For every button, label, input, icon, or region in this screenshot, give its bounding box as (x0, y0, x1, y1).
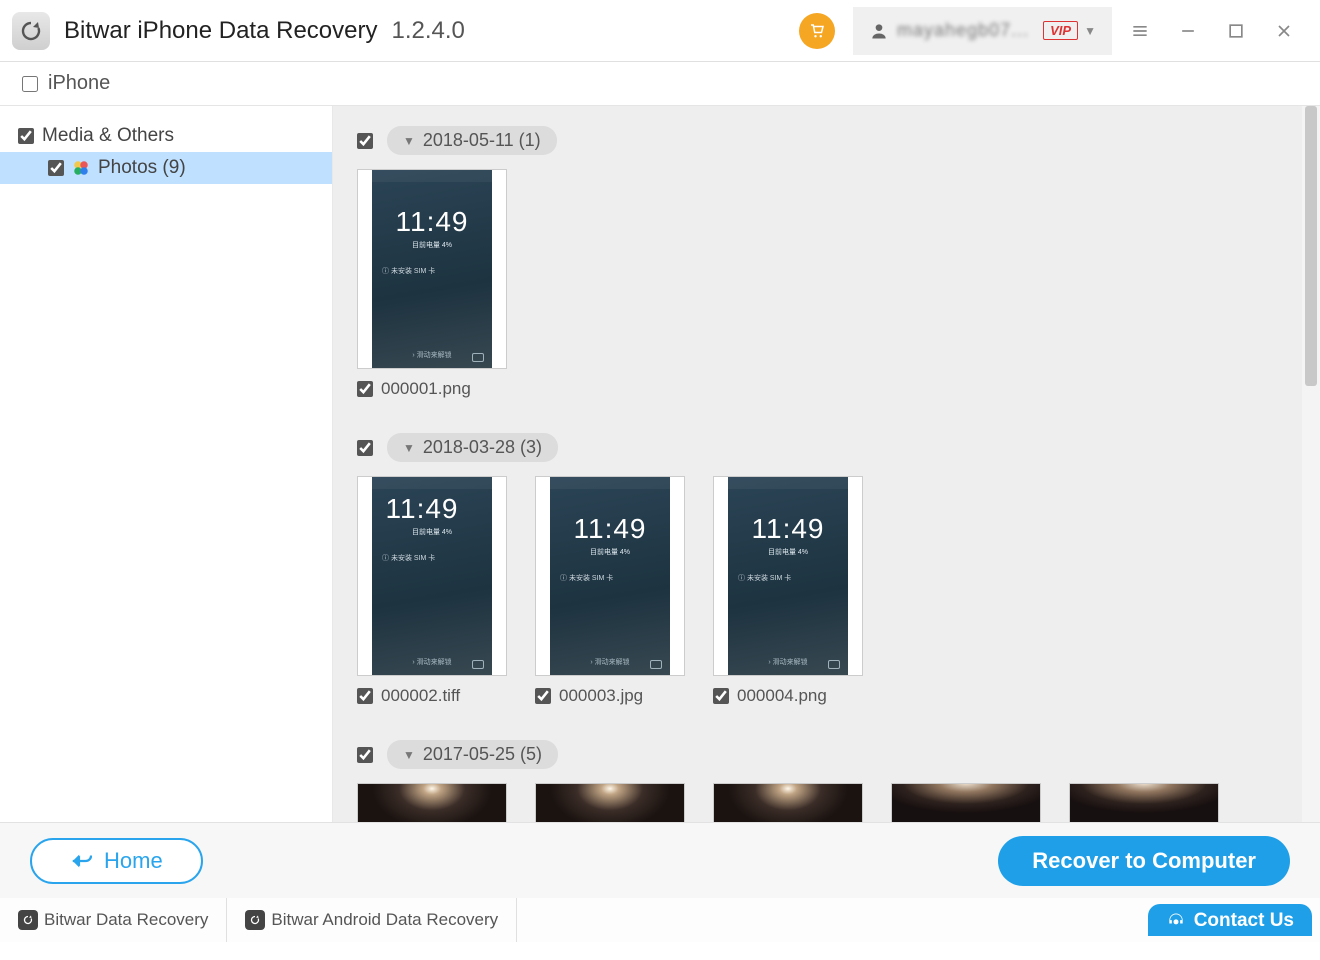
thumbnail[interactable] (1069, 783, 1219, 822)
content-pane: ▼ 2018-05-11 (1) 11:49目前电量 4%未安装 SIM 卡› 滑动… (333, 106, 1320, 822)
group-checkbox[interactable] (357, 133, 373, 149)
thumb-checkbox[interactable] (357, 688, 373, 704)
group-checkbox[interactable] (357, 747, 373, 763)
person-icon (869, 21, 889, 41)
thumb-item[interactable] (1069, 783, 1219, 822)
sidebar-category-media-others[interactable]: Media & Others (0, 120, 332, 152)
headset-icon (1166, 911, 1186, 931)
thumb-item[interactable]: 11:49目前电量 4%未安装 SIM 卡› 滑动来解锁 000003.jpg (535, 476, 685, 706)
thumb-item[interactable] (357, 783, 507, 822)
group-date-pill[interactable]: ▼ 2017-05-25 (5) (387, 740, 558, 769)
chevron-down-icon: ▼ (403, 748, 415, 762)
action-bar: Home Recover to Computer (0, 822, 1320, 898)
device-label: iPhone (48, 72, 110, 95)
thumbnail[interactable]: 11:49目前电量 4%未安装 SIM 卡› 滑动来解锁 (357, 476, 507, 676)
sidebar-category-label: Media & Others (42, 125, 174, 147)
thumbnail[interactable]: 11:49目前电量 4%未安装 SIM 卡› 滑动来解锁 (535, 476, 685, 676)
group-date-pill[interactable]: ▼ 2018-03-28 (3) (387, 433, 558, 462)
thumb-item[interactable]: 11:49目前电量 4%未安装 SIM 卡› 滑动来解锁 000004.png (713, 476, 863, 706)
user-menu[interactable]: mayahegb07... VIP ▼ (853, 7, 1112, 55)
thumb-label-row: 000001.png (357, 379, 507, 399)
app-title: Bitwar iPhone Data Recovery (64, 17, 377, 45)
group-date-label: 2018-05-11 (1) (423, 130, 541, 151)
group-header: ▼ 2018-03-28 (3) (357, 433, 1296, 462)
cart-button[interactable] (799, 13, 835, 49)
refresh-icon (18, 910, 38, 930)
group-date-label: 2018-03-28 (3) (423, 437, 542, 458)
close-button[interactable] (1260, 7, 1308, 55)
thumbnail[interactable] (891, 783, 1041, 822)
footer-link-android-recovery[interactable]: Bitwar Android Data Recovery (227, 898, 517, 942)
thumb-item[interactable] (713, 783, 863, 822)
maximize-button[interactable] (1212, 7, 1260, 55)
home-button[interactable]: Home (30, 838, 203, 884)
footer-link-label: Bitwar Android Data Recovery (271, 910, 498, 930)
back-arrow-icon (70, 852, 92, 870)
thumb-filename: 000003.jpg (559, 686, 643, 706)
footer-link-data-recovery[interactable]: Bitwar Data Recovery (0, 898, 227, 942)
refresh-icon (245, 910, 265, 930)
thumb-item[interactable] (891, 783, 1041, 822)
contact-us-button[interactable]: Contact Us (1148, 904, 1312, 936)
thumbnail[interactable] (357, 783, 507, 822)
thumbs-row: 11:49目前电量 4%未安装 SIM 卡› 滑动来解锁 000001.png (357, 169, 1296, 399)
thumbs-row: 11:49目前电量 4%未安装 SIM 卡› 滑动来解锁000002.tiff1… (357, 476, 1296, 706)
device-checkbox[interactable] (22, 76, 38, 92)
vip-badge: VIP (1043, 21, 1078, 40)
group-date-pill[interactable]: ▼ 2018-05-11 (1) (387, 126, 557, 155)
thumb-label-row: 000004.png (713, 686, 863, 706)
device-row: iPhone (0, 62, 1320, 106)
app-logo (12, 12, 50, 50)
sidebar-category-checkbox[interactable] (18, 128, 34, 144)
contact-us-label: Contact Us (1194, 910, 1294, 932)
thumb-label-row: 000002.tiff (357, 686, 507, 706)
minimize-button[interactable] (1164, 7, 1212, 55)
footer-link-label: Bitwar Data Recovery (44, 910, 208, 930)
thumb-filename: 000002.tiff (381, 686, 460, 706)
group-date-label: 2017-05-25 (5) (423, 744, 542, 765)
user-name-label: mayahegb07... (897, 20, 1029, 41)
title-bar: Bitwar iPhone Data Recovery 1.2.4.0 maya… (0, 0, 1320, 62)
thumbnail[interactable]: 11:49目前电量 4%未安装 SIM 卡› 滑动来解锁 (713, 476, 863, 676)
chevron-down-icon: ▼ (403, 134, 415, 148)
thumbnail[interactable]: 11:49目前电量 4%未安装 SIM 卡› 滑动来解锁 (357, 169, 507, 369)
recover-button[interactable]: Recover to Computer (998, 836, 1290, 886)
sidebar-photos-label: Photos (9) (98, 157, 186, 179)
app-version: 1.2.4.0 (391, 17, 464, 45)
sidebar-photos-checkbox[interactable] (48, 160, 64, 176)
sidebar-item-photos[interactable]: Photos (9) (0, 152, 332, 184)
thumb-checkbox[interactable] (535, 688, 551, 704)
thumb-filename: 000001.png (381, 379, 471, 399)
chevron-down-icon: ▼ (1084, 24, 1096, 38)
thumbs-row (357, 783, 1296, 822)
thumb-checkbox[interactable] (713, 688, 729, 704)
home-button-label: Home (104, 848, 163, 874)
footer: Bitwar Data Recovery Bitwar Android Data… (0, 898, 1320, 942)
group-header: ▼ 2017-05-25 (5) (357, 740, 1296, 769)
thumb-label-row: 000003.jpg (535, 686, 685, 706)
cart-icon (808, 22, 826, 40)
thumbnail[interactable] (535, 783, 685, 822)
thumb-item[interactable] (535, 783, 685, 822)
thumb-filename: 000004.png (737, 686, 827, 706)
group-header: ▼ 2018-05-11 (1) (357, 126, 1296, 155)
chevron-down-icon: ▼ (403, 441, 415, 455)
group-checkbox[interactable] (357, 440, 373, 456)
thumb-checkbox[interactable] (357, 381, 373, 397)
thumb-item[interactable]: 11:49目前电量 4%未安装 SIM 卡› 滑动来解锁 000001.png (357, 169, 507, 399)
sidebar: Media & Others Photos (9) (0, 106, 333, 822)
recover-button-label: Recover to Computer (1032, 848, 1256, 873)
photos-icon (72, 159, 90, 177)
hamburger-menu-button[interactable] (1116, 7, 1164, 55)
thumb-item[interactable]: 11:49目前电量 4%未安装 SIM 卡› 滑动来解锁 000002.tiff (357, 476, 507, 706)
thumbnail[interactable] (713, 783, 863, 822)
scrollbar[interactable] (1302, 106, 1320, 822)
